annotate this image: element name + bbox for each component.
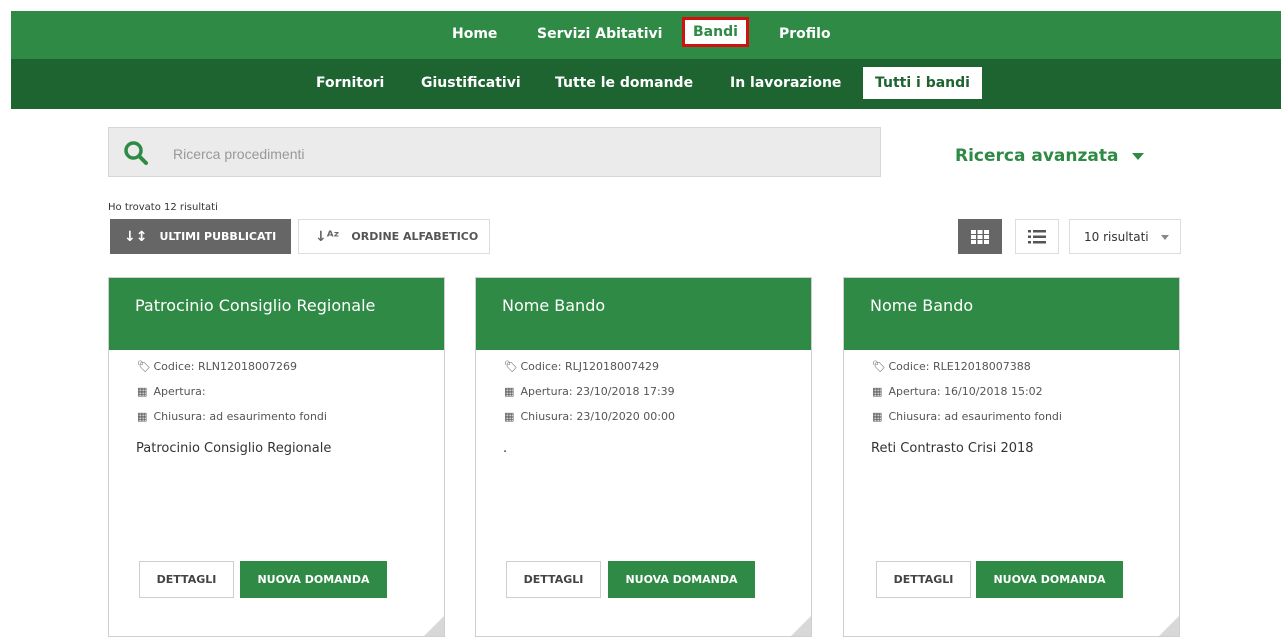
page-fold: [424, 616, 444, 636]
card-chiusura: ▦ Chiusura: ad esaurimento fondi: [872, 410, 1062, 423]
bando-card: Nome Bando 🏷 Codice: RLE12018007388 ▦ Ap…: [843, 277, 1180, 637]
new-application-button[interactable]: NUOVA DOMANDA: [240, 561, 387, 598]
details-button[interactable]: DETTAGLI: [876, 561, 971, 598]
calendar-icon: ▦: [137, 385, 148, 398]
search-icon[interactable]: [123, 140, 149, 166]
bando-card: Nome Bando 🏷 Codice: RLJ12018007429 ▦ Ap…: [475, 277, 812, 637]
advanced-search-toggle[interactable]: Ricerca avanzata: [955, 146, 1118, 166]
sort-alpha-label: ORDINE ALFABETICO: [351, 230, 479, 243]
tag-icon: 🏷: [872, 360, 886, 373]
grid-view-button[interactable]: [958, 219, 1002, 254]
nav-servizi-abitativi[interactable]: Servizi Abitativi: [537, 26, 662, 42]
card-description: Patrocinio Consiglio Regionale: [136, 441, 332, 456]
card-codice: 🏷 Codice: RLN12018007269: [137, 360, 297, 373]
sort-alpha-button[interactable]: ↓ᴬᶻ ORDINE ALFABETICO: [298, 219, 490, 254]
new-application-button[interactable]: NUOVA DOMANDA: [976, 561, 1123, 598]
grid-icon: [971, 229, 989, 244]
caret-down-icon[interactable]: [1132, 153, 1144, 160]
tag-icon: 🏷: [504, 360, 518, 373]
details-button[interactable]: DETTAGLI: [139, 561, 234, 598]
card-apertura: ▦ Apertura: 23/10/2018 17:39: [504, 385, 675, 398]
nav-bandi[interactable]: Bandi: [682, 17, 749, 47]
card-description: .: [503, 441, 508, 456]
card-description: Reti Contrasto Crisi 2018: [871, 441, 1034, 456]
sort-numeric-icon: ↓↕: [124, 228, 148, 245]
sort-recent-label: ULTIMI PUBBLICATI: [159, 230, 277, 243]
sort-alpha-icon: ↓ᴬᶻ: [315, 228, 340, 245]
subnav-fornitori[interactable]: Fornitori: [316, 75, 384, 91]
nav-home[interactable]: Home: [452, 26, 497, 42]
sort-recent-button[interactable]: ↓↕ ULTIMI PUBBLICATI: [110, 219, 291, 254]
calendar-icon: ▦: [504, 385, 515, 398]
chevron-down-icon: [1161, 235, 1169, 240]
bando-card: Patrocinio Consiglio Regionale 🏷 Codice:…: [108, 277, 445, 637]
results-per-page-value: 10 risultati: [1084, 229, 1149, 244]
card-chiusura: ▦ Chiusura: 23/10/2020 00:00: [504, 410, 675, 423]
calendar-icon: ▦: [504, 410, 515, 423]
tag-icon: 🏷: [137, 360, 151, 373]
subnav-giustificativi[interactable]: Giustificativi: [421, 75, 521, 91]
calendar-icon: ▦: [872, 385, 883, 398]
nav-profilo[interactable]: Profilo: [779, 26, 831, 42]
calendar-icon: ▦: [137, 410, 148, 423]
card-apertura: ▦ Apertura:: [137, 385, 206, 398]
secondary-nav: Fornitori Giustificativi Tutte le domand…: [11, 59, 1281, 109]
new-application-button[interactable]: NUOVA DOMANDA: [608, 561, 755, 598]
search-bar: [108, 127, 881, 177]
card-title: Nome Bando: [476, 278, 811, 350]
results-count: Ho trovato 12 risultati: [108, 202, 218, 213]
calendar-icon: ▦: [872, 410, 883, 423]
page-fold: [791, 616, 811, 636]
card-title: Nome Bando: [844, 278, 1179, 350]
results-per-page-select[interactable]: 10 risultati: [1069, 219, 1181, 254]
list-view-button[interactable]: [1015, 219, 1059, 254]
card-codice: 🏷 Codice: RLJ12018007429: [504, 360, 659, 373]
card-codice: 🏷 Codice: RLE12018007388: [872, 360, 1031, 373]
subnav-tutte-le-domande[interactable]: Tutte le domande: [555, 75, 693, 91]
subnav-tutti-i-bandi[interactable]: Tutti i bandi: [863, 67, 982, 99]
primary-nav: Home Servizi Abitativi Bandi Profilo: [11, 11, 1281, 59]
card-title: Patrocinio Consiglio Regionale: [109, 278, 444, 350]
card-apertura: ▦ Apertura: 16/10/2018 15:02: [872, 385, 1043, 398]
search-input[interactable]: [171, 139, 855, 169]
page-fold: [1159, 616, 1179, 636]
list-icon: [1028, 229, 1046, 243]
card-chiusura: ▦ Chiusura: ad esaurimento fondi: [137, 410, 327, 423]
subnav-in-lavorazione[interactable]: In lavorazione: [730, 75, 841, 91]
details-button[interactable]: DETTAGLI: [506, 561, 601, 598]
